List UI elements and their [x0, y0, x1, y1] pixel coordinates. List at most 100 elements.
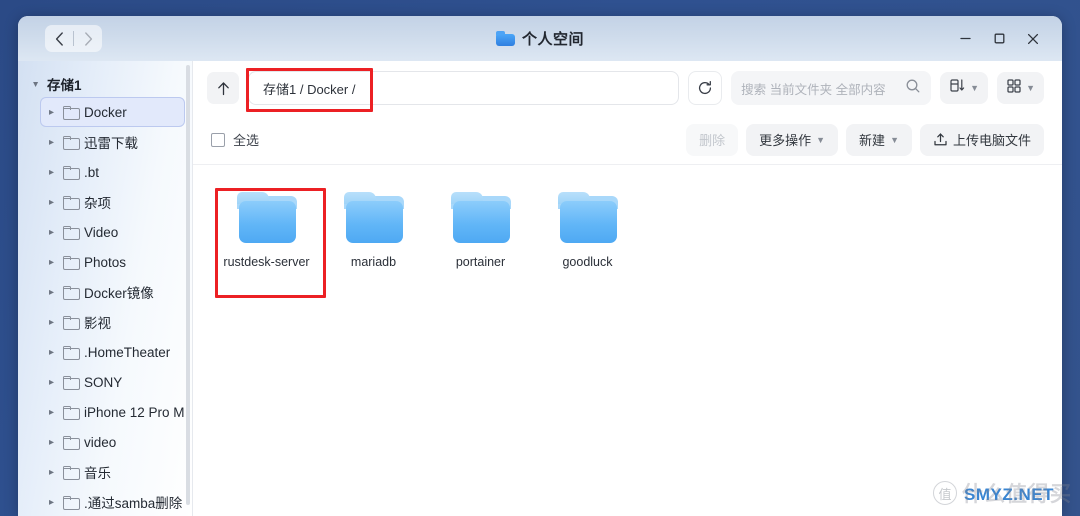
refresh-button[interactable] — [688, 71, 723, 105]
back-button[interactable] — [45, 25, 73, 52]
sidebar-item-sony[interactable]: ▸ SONY — [40, 367, 185, 397]
select-all-label: 全选 — [233, 133, 260, 148]
path-input[interactable]: 存储1 / Docker / — [248, 71, 680, 105]
sidebar-item-movies[interactable]: ▸ 影视 — [40, 307, 185, 337]
chevron-down-icon: ▼ — [970, 83, 980, 93]
close-icon — [1027, 33, 1039, 44]
page-title: 个人空间 — [521, 31, 584, 48]
chevron-down-icon: ▼ — [1026, 83, 1035, 93]
window-title-group: 个人空间 — [18, 28, 1062, 49]
chevron-right-icon: ▸ — [48, 136, 55, 148]
file-item-portainer[interactable]: portainer — [427, 183, 534, 295]
minimize-button[interactable] — [948, 24, 982, 54]
sidebar-item-hometheater[interactable]: ▸ .HomeTheater — [40, 337, 185, 367]
sidebar-item-docker[interactable]: ▸ Docker — [40, 97, 185, 127]
folder-icon — [557, 192, 619, 243]
sidebar-root-node[interactable]: ▸ 存储1 — [18, 71, 193, 97]
sidebar-item-docker-images[interactable]: ▸ Docker镜像 — [40, 277, 185, 307]
chevron-down-icon: ▼ — [890, 134, 899, 145]
view-mode-button[interactable]: ▼ — [997, 72, 1044, 104]
folder-icon — [450, 192, 512, 243]
chevron-right-icon: ▸ — [48, 466, 55, 478]
more-actions-label: 更多操作 — [759, 133, 812, 148]
sort-button[interactable]: ▼ — [940, 72, 989, 104]
more-actions-button[interactable]: 更多操作 ▼ — [746, 123, 839, 156]
search-input[interactable]: 搜索 当前文件夹 全部内容 — [731, 71, 932, 105]
sidebar-item-label: 音乐 — [84, 466, 111, 481]
sidebar-item-samba-deleted[interactable]: ▸ .通过samba删除 — [40, 487, 185, 516]
go-up-button[interactable] — [207, 72, 239, 104]
watermark-site: SMYZ.NET — [964, 485, 1054, 504]
path-text: 存储1 / Docker / — [263, 81, 356, 97]
sidebar-item-video-lower[interactable]: ▸ video — [40, 427, 185, 457]
minimize-icon — [959, 37, 971, 40]
sidebar-item-label: Video — [84, 224, 119, 240]
new-button-label: 新建 — [859, 133, 886, 148]
file-manager-window: 个人空间 ▸ 存储1 ▸ Docker ▸ 迅雷下载 ▸ .bt ▸ 杂项 ▸ … — [18, 16, 1062, 516]
upload-button-label: 上传电脑文件 — [952, 133, 1031, 148]
folder-icon — [343, 192, 405, 243]
file-grid: rustdesk-server mariadb portainer goodlu… — [193, 165, 1062, 516]
maximize-icon — [994, 33, 1004, 44]
chevron-right-icon: ▸ — [48, 286, 55, 298]
sidebar-item-label: SONY — [84, 374, 123, 390]
chevron-right-icon: ▸ — [48, 346, 55, 358]
sidebar-item-label: video — [84, 434, 117, 450]
file-item-mariadb[interactable]: mariadb — [320, 183, 427, 295]
delete-button[interactable]: 删除 — [686, 123, 739, 156]
main-panel: 存储1 / Docker / 搜索 当前文件夹 全部内容 ▼ ▼ 全选 删除 更… — [193, 61, 1062, 516]
arrow-up-icon — [217, 81, 229, 95]
folder-icon — [63, 166, 80, 180]
file-item-rustdesk-server[interactable]: rustdesk-server — [213, 183, 320, 295]
folder-icon — [63, 256, 80, 270]
sidebar-item-label: Docker镜像 — [84, 286, 154, 301]
navigation-buttons — [45, 25, 102, 52]
chevron-right-icon: ▸ — [48, 256, 55, 268]
folder-icon — [63, 196, 80, 210]
select-all-checkbox[interactable] — [211, 132, 225, 147]
folder-icon — [63, 106, 80, 120]
new-button[interactable]: 新建 ▼ — [846, 123, 912, 156]
file-item-label: portainer — [455, 255, 506, 269]
file-item-label: mariadb — [350, 255, 397, 269]
maximize-button[interactable] — [982, 24, 1016, 54]
chevron-down-icon: ▼ — [816, 134, 826, 145]
sidebar-divider — [192, 61, 193, 516]
sidebar-item-label: .HomeTheater — [84, 344, 171, 360]
folder-icon — [63, 496, 80, 510]
folder-icon — [63, 226, 80, 240]
grid-view-icon — [1006, 78, 1022, 99]
sidebar-item-label: iPhone 12 Pro M — [84, 404, 185, 420]
upload-button[interactable]: 上传电脑文件 — [919, 123, 1044, 156]
select-all-control[interactable]: 全选 — [211, 130, 259, 149]
chevron-right-icon: ▸ — [48, 376, 55, 388]
folder-icon — [63, 466, 80, 480]
folder-icon — [63, 376, 80, 390]
sidebar-item-video-cap[interactable]: ▸ Video — [40, 217, 185, 247]
chevron-right-icon: ▸ — [48, 436, 55, 448]
sidebar-item-misc[interactable]: ▸ 杂项 — [40, 187, 185, 217]
sidebar-item-bt[interactable]: ▸ .bt — [40, 157, 185, 187]
sidebar: ▸ 存储1 ▸ Docker ▸ 迅雷下载 ▸ .bt ▸ 杂项 ▸ Video… — [18, 61, 193, 516]
chevron-right-icon: ▸ — [48, 196, 55, 208]
window-controls — [948, 24, 1050, 54]
file-item-label: rustdesk-server — [223, 255, 310, 269]
chevron-right-icon: ▸ — [48, 226, 55, 238]
sidebar-item-xunlei[interactable]: ▸ 迅雷下载 — [40, 127, 185, 157]
folder-icon — [63, 136, 80, 150]
sidebar-item-music[interactable]: ▸ 音乐 — [40, 457, 185, 487]
sidebar-item-iphone[interactable]: ▸ iPhone 12 Pro M — [40, 397, 185, 427]
refresh-icon — [699, 80, 712, 95]
chevron-right-icon: ▸ — [48, 496, 55, 508]
sidebar-scrollbar[interactable] — [186, 65, 190, 505]
forward-button[interactable] — [74, 25, 102, 52]
folder-icon — [63, 346, 80, 360]
chevron-right-icon — [84, 31, 92, 46]
sidebar-item-label: .通过samba删除 — [84, 496, 183, 511]
sidebar-item-photos[interactable]: ▸ Photos — [40, 247, 185, 277]
search-icon — [905, 78, 921, 99]
action-bar: 全选 删除 更多操作 ▼ 新建 ▼ 上传电脑文件 — [193, 115, 1062, 165]
file-item-goodluck[interactable]: goodluck — [534, 183, 641, 295]
close-button[interactable] — [1016, 24, 1050, 54]
chevron-right-icon: ▸ — [48, 106, 55, 118]
